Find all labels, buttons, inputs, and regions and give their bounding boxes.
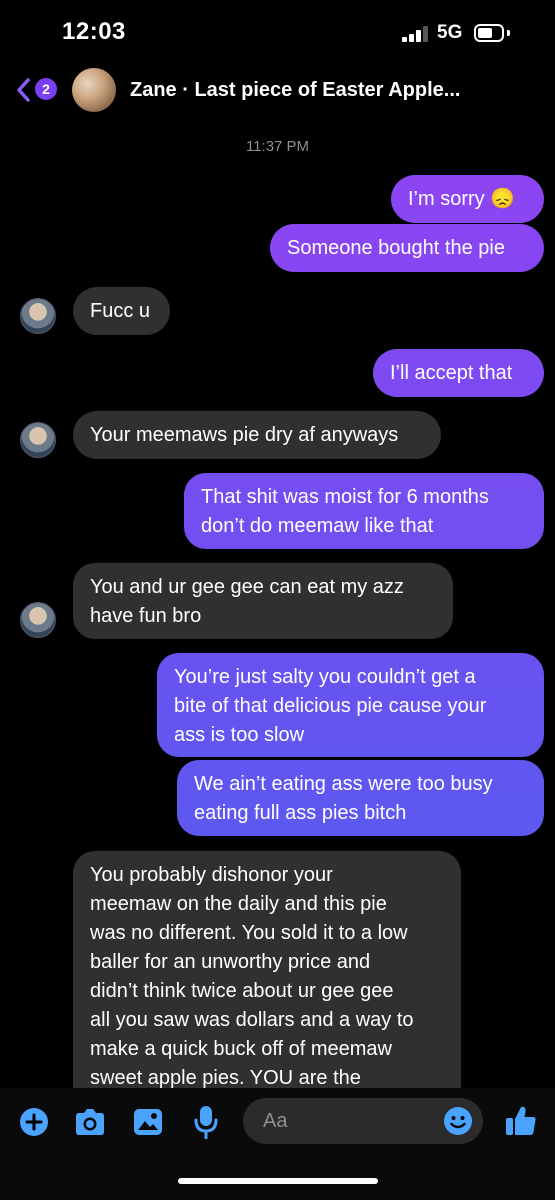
message-bubble-outgoing[interactable]: You’re just salty you couldn’t get a bite…	[157, 653, 544, 757]
message-line: eating full ass pies bitch	[194, 802, 407, 824]
contact-avatar[interactable]	[20, 298, 56, 334]
message-bubble-incoming[interactable]: Fucc u	[73, 287, 170, 335]
contact-avatar[interactable]	[20, 602, 56, 638]
message-input[interactable]: Aa	[243, 1098, 483, 1144]
network-label: 5G	[437, 22, 463, 43]
status-time: 12:03	[62, 18, 126, 45]
message-line: ass is too slow	[174, 724, 305, 746]
microphone-icon[interactable]	[194, 1105, 218, 1139]
message-line: You probably dishonor your	[90, 864, 333, 886]
message-bubble-outgoing[interactable]: Someone bought the pie	[270, 224, 544, 272]
message-line: don’t do meemaw like that	[201, 515, 434, 537]
message-input-placeholder: Aa	[263, 1110, 288, 1132]
plus-icon[interactable]	[19, 1107, 49, 1137]
chat-title[interactable]: Zane · Last piece of Easter Apple...	[130, 79, 460, 102]
thumbs-up-icon[interactable]	[505, 1105, 537, 1137]
message-line: make a quick buck off of meemaw	[90, 1038, 392, 1060]
emoji-icon[interactable]	[443, 1106, 473, 1136]
unread-badge: 2	[35, 78, 57, 100]
camera-icon[interactable]	[74, 1108, 106, 1136]
message-line: Your meemaws pie dry af anyways	[90, 424, 399, 446]
message-bubble-outgoing[interactable]: I’ll accept that	[373, 349, 544, 397]
message-bubble-incoming[interactable]: You and ur gee gee can eat my azz have fu…	[73, 563, 453, 639]
message-line: meemaw on the daily and this pie	[90, 893, 387, 915]
message-line: That shit was moist for 6 months	[201, 486, 489, 508]
gallery-icon[interactable]	[133, 1108, 163, 1136]
message-line: have fun bro	[90, 605, 202, 627]
message-line: I’m sorry 😞	[408, 188, 516, 210]
message-line: didn’t think twice about ur gee gee	[90, 980, 394, 1002]
battery-icon	[474, 24, 504, 42]
message-line: We ain’t eating ass were too busy	[194, 773, 493, 795]
message-timestamp: 11:37 PM	[245, 138, 310, 155]
message-bubble-outgoing[interactable]: That shit was moist for 6 months don’t do…	[184, 473, 544, 549]
message-line: baller for an unworthy price and	[90, 951, 371, 973]
message-bubble-outgoing[interactable]: I’m sorry 😞	[391, 175, 544, 223]
message-bubble-outgoing[interactable]: We ain’t eating ass were too busy eating …	[177, 760, 544, 836]
message-line: You’re just salty you couldn’t get a	[174, 666, 476, 688]
message-bubble-incoming[interactable]: Your meemaws pie dry af anyways	[73, 411, 441, 459]
home-indicator	[178, 1178, 378, 1184]
message-line: Fucc u	[90, 300, 151, 322]
battery-tip	[507, 30, 510, 36]
group-avatar[interactable]	[72, 68, 116, 112]
message-line: all you saw was dollars and a way to	[90, 1009, 414, 1031]
message-line: You and ur gee gee can eat my azz	[90, 576, 404, 598]
message-line: bite of that delicious pie cause your	[174, 695, 487, 717]
signal-icon	[402, 26, 428, 42]
contact-avatar[interactable]	[20, 422, 56, 458]
message-line: was no different. You sold it to a low	[90, 922, 408, 944]
status-bar: 12:03 5G	[0, 0, 555, 60]
message-bubble-incoming[interactable]: You probably dishonor your meemaw on the …	[73, 851, 461, 1111]
chat-header: 2 Zane · Last piece of Easter Apple...	[0, 62, 555, 118]
message-line: Someone bought the pie	[287, 237, 505, 259]
message-line: I’ll accept that	[390, 362, 513, 384]
